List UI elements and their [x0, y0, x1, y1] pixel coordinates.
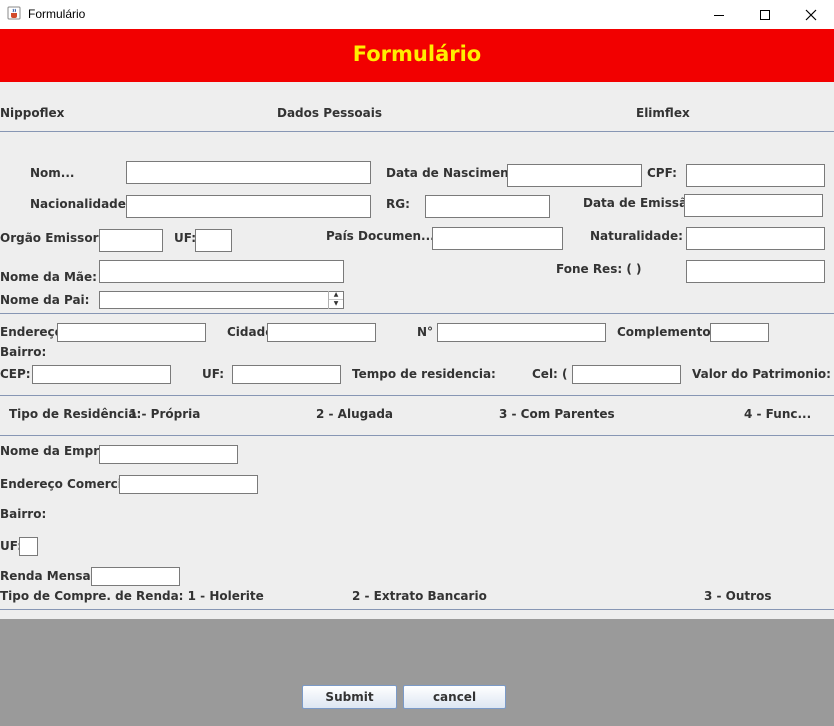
- cpf-field[interactable]: [686, 164, 825, 187]
- label-renda-mensal: Renda Mensal:: [0, 569, 100, 583]
- numero-field[interactable]: [437, 323, 606, 342]
- nome-empresa-field[interactable]: [99, 445, 238, 464]
- label-uf-personal: UF:: [174, 231, 197, 245]
- label-cpf: CPF:: [647, 166, 677, 180]
- label-uf-address: UF:: [202, 367, 225, 381]
- label-bairro-comercial: Bairro:: [0, 507, 47, 521]
- label-numero: N°: [417, 325, 434, 339]
- cancel-button[interactable]: cancel: [403, 685, 506, 709]
- label-cel: Cel: ( ): [532, 367, 578, 381]
- separator: [0, 395, 834, 396]
- complemento-field[interactable]: [710, 323, 769, 342]
- nacionalidade-field[interactable]: [126, 195, 371, 218]
- close-button[interactable]: [788, 0, 834, 29]
- uf-address-field[interactable]: [232, 365, 341, 384]
- label-dados-pessoais: Dados Pessoais: [277, 106, 383, 120]
- button-panel: [0, 619, 834, 726]
- label-nome-pai: Nome da Pai:: [0, 293, 90, 307]
- label-data-emissao: Data de Emissão:: [583, 196, 701, 210]
- label-tempo-residencia: Tempo de residencia:: [352, 367, 496, 381]
- option-com-parentes[interactable]: 3 - Com Parentes: [499, 407, 615, 421]
- endereco-comercial-field[interactable]: [119, 475, 258, 494]
- uf-personal-field[interactable]: [195, 229, 232, 252]
- label-elimflex: Elimflex: [636, 106, 690, 120]
- label-nippoflex: Nippoflex: [0, 106, 65, 120]
- uf-work-field[interactable]: [19, 537, 38, 556]
- minimize-icon: [714, 14, 724, 16]
- data-emissao-field[interactable]: [684, 194, 823, 217]
- minimize-button[interactable]: [696, 0, 742, 29]
- label-tipo-residencia: Tipo de Residência:: [9, 407, 142, 421]
- window-title: Formulário: [28, 7, 86, 21]
- label-pais-documento: País Documen...: [326, 229, 435, 243]
- maximize-icon: [760, 9, 770, 20]
- label-cep: CEP:: [0, 367, 31, 381]
- cidade-field[interactable]: [267, 323, 376, 342]
- fone-res-field[interactable]: [686, 260, 825, 283]
- label-complemento: Complemento:: [617, 325, 716, 339]
- nome-pai-spinner[interactable]: [99, 291, 344, 309]
- submit-button[interactable]: Submit: [302, 685, 397, 709]
- renda-mensal-field[interactable]: [91, 567, 180, 586]
- separator: [0, 609, 834, 610]
- label-nome-mae: Nome da Mãe:: [0, 270, 97, 284]
- separator: [0, 313, 834, 314]
- option-extrato-bancario[interactable]: 2 - Extrato Bancario: [352, 589, 487, 603]
- spinner-arrows[interactable]: ▲ ▼: [328, 291, 343, 309]
- label-naturalidade: Naturalidade:: [590, 229, 683, 243]
- nome-mae-field[interactable]: [99, 260, 344, 283]
- option-outros[interactable]: 3 - Outros: [704, 589, 771, 603]
- cel-field[interactable]: [572, 365, 681, 384]
- data-nascimento-field[interactable]: [507, 164, 642, 187]
- label-nacionalidade: Nacionalidade:: [30, 197, 131, 211]
- cep-field[interactable]: [32, 365, 171, 384]
- rg-field[interactable]: [425, 195, 550, 218]
- maximize-button[interactable]: [742, 0, 788, 29]
- endereco-field[interactable]: [57, 323, 206, 342]
- form-title: Formulário: [352, 42, 482, 66]
- close-icon: [805, 9, 817, 20]
- nome-field[interactable]: [126, 161, 371, 184]
- option-funcional[interactable]: 4 - Func...: [744, 407, 811, 421]
- label-orgao-emissor: Orgão Emissor:: [0, 231, 104, 245]
- orgao-emissor-field[interactable]: [99, 229, 163, 252]
- label-nome: Nom...: [30, 166, 75, 180]
- pais-documento-field[interactable]: [432, 227, 563, 250]
- label-tipo-comprovante: Tipo de Compre. de Renda: 1 - Holerite: [0, 589, 264, 603]
- label-valor-patrimonio: Valor do Patrimonio: R$: [692, 367, 834, 381]
- label-fone-res: Fone Res: ( ): [556, 262, 642, 276]
- option-propria[interactable]: 1 - Própria: [129, 407, 200, 421]
- option-alugada[interactable]: 2 - Alugada: [316, 407, 393, 421]
- chevron-up-icon[interactable]: ▲: [329, 291, 343, 300]
- label-bairro: Bairro:: [0, 345, 47, 359]
- java-cup-icon: [7, 6, 21, 20]
- separator: [0, 131, 834, 132]
- naturalidade-field[interactable]: [686, 227, 825, 250]
- label-rg: RG:: [386, 197, 410, 211]
- separator: [0, 435, 834, 436]
- chevron-down-icon[interactable]: ▼: [329, 300, 343, 308]
